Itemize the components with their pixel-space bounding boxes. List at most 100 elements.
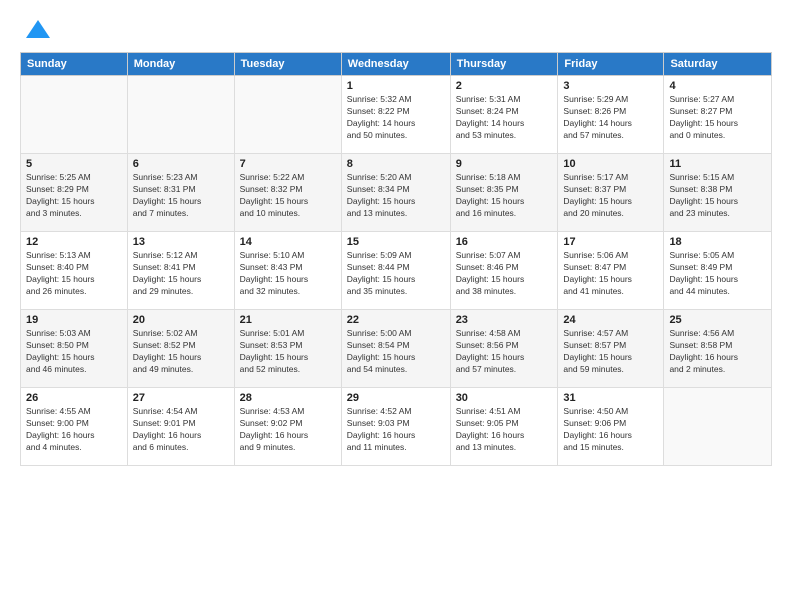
day-info: Sunrise: 4:50 AMSunset: 9:06 PMDaylight:… [563,406,658,454]
day-cell: 25Sunrise: 4:56 AMSunset: 8:58 PMDayligh… [664,310,772,388]
day-number: 30 [456,392,553,404]
day-number: 27 [133,392,229,404]
day-info: Sunrise: 4:52 AMSunset: 9:03 PMDaylight:… [347,406,445,454]
day-number: 12 [26,236,122,248]
week-row-1: 1 Sunrise: 5:32 AMSunset: 8:22 PMDaylight… [21,76,772,154]
weekday-header-tuesday: Tuesday [234,53,341,76]
day-cell [664,388,772,466]
weekday-header-row: SundayMondayTuesdayWednesdayThursdayFrid… [21,53,772,76]
day-cell: 26 Sunrise: 4:55 AMSunset: 9:00 PMDayligh… [21,388,128,466]
day-number: 1 [347,80,445,92]
day-cell [127,76,234,154]
day-info: Sunrise: 5:10 AMSunset: 8:43 PMDaylight:… [240,250,336,298]
day-cell: 1 Sunrise: 5:32 AMSunset: 8:22 PMDaylight… [341,76,450,154]
day-number: 5 [26,158,122,170]
day-number: 16 [456,236,553,248]
day-cell: 3Sunrise: 5:29 AMSunset: 8:26 PMDaylight… [558,76,664,154]
day-number: 8 [347,158,445,170]
day-info: Sunrise: 5:05 AMSunset: 8:49 PMDaylight:… [669,250,766,298]
logo-icon [24,16,52,44]
day-info: Sunrise: 5:25 AMSunset: 8:29 PMDaylight:… [26,172,122,220]
day-cell [21,76,128,154]
day-cell: 30 Sunrise: 4:51 AMSunset: 9:05 PMDayligh… [450,388,558,466]
day-cell: 2 Sunrise: 5:31 AMSunset: 8:24 PMDaylight… [450,76,558,154]
day-info: Sunrise: 5:00 AMSunset: 8:54 PMDaylight:… [347,328,445,376]
week-row-5: 26 Sunrise: 4:55 AMSunset: 9:00 PMDayligh… [21,388,772,466]
weekday-header-sunday: Sunday [21,53,128,76]
day-number: 4 [669,80,766,92]
day-info: Sunrise: 5:32 AMSunset: 8:22 PMDaylight:… [347,94,445,142]
day-info: Sunrise: 5:12 AMSunset: 8:41 PMDaylight:… [133,250,229,298]
day-cell: 8 Sunrise: 5:20 AMSunset: 8:34 PMDaylight… [341,154,450,232]
day-number: 14 [240,236,336,248]
day-number: 20 [133,314,229,326]
day-info: Sunrise: 5:27 AMSunset: 8:27 PMDaylight:… [669,94,766,142]
day-number: 15 [347,236,445,248]
day-info: Sunrise: 4:58 AMSunset: 8:56 PMDaylight:… [456,328,553,376]
day-cell: 12Sunrise: 5:13 AMSunset: 8:40 PMDayligh… [21,232,128,310]
day-number: 22 [347,314,445,326]
day-number: 24 [563,314,658,326]
day-info: Sunrise: 5:02 AMSunset: 8:52 PMDaylight:… [133,328,229,376]
day-cell: 7 Sunrise: 5:22 AMSunset: 8:32 PMDaylight… [234,154,341,232]
day-cell: 22 Sunrise: 5:00 AMSunset: 8:54 PMDayligh… [341,310,450,388]
calendar-table: SundayMondayTuesdayWednesdayThursdayFrid… [20,52,772,466]
weekday-header-wednesday: Wednesday [341,53,450,76]
week-row-2: 5 Sunrise: 5:25 AMSunset: 8:29 PMDaylight… [21,154,772,232]
day-cell: 27 Sunrise: 4:54 AMSunset: 9:01 PMDayligh… [127,388,234,466]
day-cell: 19 Sunrise: 5:03 AMSunset: 8:50 PMDayligh… [21,310,128,388]
day-number: 6 [133,158,229,170]
day-info: Sunrise: 4:55 AMSunset: 9:00 PMDaylight:… [26,406,122,454]
day-cell: 15 Sunrise: 5:09 AMSunset: 8:44 PMDayligh… [341,232,450,310]
day-info: Sunrise: 4:54 AMSunset: 9:01 PMDaylight:… [133,406,229,454]
day-number: 29 [347,392,445,404]
day-number: 11 [669,158,766,170]
day-cell: 10Sunrise: 5:17 AMSunset: 8:37 PMDayligh… [558,154,664,232]
day-cell: 17Sunrise: 5:06 AMSunset: 8:47 PMDayligh… [558,232,664,310]
day-cell: 20 Sunrise: 5:02 AMSunset: 8:52 PMDayligh… [127,310,234,388]
day-cell: 11 Sunrise: 5:15 AMSunset: 8:38 PMDayligh… [664,154,772,232]
day-info: Sunrise: 5:20 AMSunset: 8:34 PMDaylight:… [347,172,445,220]
weekday-header-friday: Friday [558,53,664,76]
day-cell: 28 Sunrise: 4:53 AMSunset: 9:02 PMDayligh… [234,388,341,466]
day-cell: 4 Sunrise: 5:27 AMSunset: 8:27 PMDaylight… [664,76,772,154]
week-row-3: 12Sunrise: 5:13 AMSunset: 8:40 PMDayligh… [21,232,772,310]
day-number: 26 [26,392,122,404]
day-number: 10 [563,158,658,170]
day-info: Sunrise: 5:15 AMSunset: 8:38 PMDaylight:… [669,172,766,220]
day-number: 21 [240,314,336,326]
day-number: 31 [563,392,658,404]
day-cell: 14 Sunrise: 5:10 AMSunset: 8:43 PMDayligh… [234,232,341,310]
weekday-header-monday: Monday [127,53,234,76]
day-info: Sunrise: 5:03 AMSunset: 8:50 PMDaylight:… [26,328,122,376]
day-cell: 24Sunrise: 4:57 AMSunset: 8:57 PMDayligh… [558,310,664,388]
day-info: Sunrise: 5:18 AMSunset: 8:35 PMDaylight:… [456,172,553,220]
day-number: 28 [240,392,336,404]
day-cell: 23 Sunrise: 4:58 AMSunset: 8:56 PMDayligh… [450,310,558,388]
day-number: 2 [456,80,553,92]
day-number: 25 [669,314,766,326]
day-info: Sunrise: 5:09 AMSunset: 8:44 PMDaylight:… [347,250,445,298]
day-cell: 13Sunrise: 5:12 AMSunset: 8:41 PMDayligh… [127,232,234,310]
day-cell: 21Sunrise: 5:01 AMSunset: 8:53 PMDayligh… [234,310,341,388]
day-info: Sunrise: 5:06 AMSunset: 8:47 PMDaylight:… [563,250,658,298]
day-cell: 6 Sunrise: 5:23 AMSunset: 8:31 PMDaylight… [127,154,234,232]
day-info: Sunrise: 5:31 AMSunset: 8:24 PMDaylight:… [456,94,553,142]
day-info: Sunrise: 4:51 AMSunset: 9:05 PMDaylight:… [456,406,553,454]
day-info: Sunrise: 5:23 AMSunset: 8:31 PMDaylight:… [133,172,229,220]
day-cell: 5 Sunrise: 5:25 AMSunset: 8:29 PMDaylight… [21,154,128,232]
day-number: 19 [26,314,122,326]
day-cell: 18Sunrise: 5:05 AMSunset: 8:49 PMDayligh… [664,232,772,310]
day-info: Sunrise: 5:22 AMSunset: 8:32 PMDaylight:… [240,172,336,220]
day-info: Sunrise: 4:53 AMSunset: 9:02 PMDaylight:… [240,406,336,454]
day-number: 23 [456,314,553,326]
logo [20,16,52,44]
day-info: Sunrise: 5:07 AMSunset: 8:46 PMDaylight:… [456,250,553,298]
day-cell: 31 Sunrise: 4:50 AMSunset: 9:06 PMDayligh… [558,388,664,466]
day-cell: 16 Sunrise: 5:07 AMSunset: 8:46 PMDayligh… [450,232,558,310]
day-cell [234,76,341,154]
weekday-header-thursday: Thursday [450,53,558,76]
day-cell: 29 Sunrise: 4:52 AMSunset: 9:03 PMDayligh… [341,388,450,466]
day-number: 9 [456,158,553,170]
day-number: 7 [240,158,336,170]
